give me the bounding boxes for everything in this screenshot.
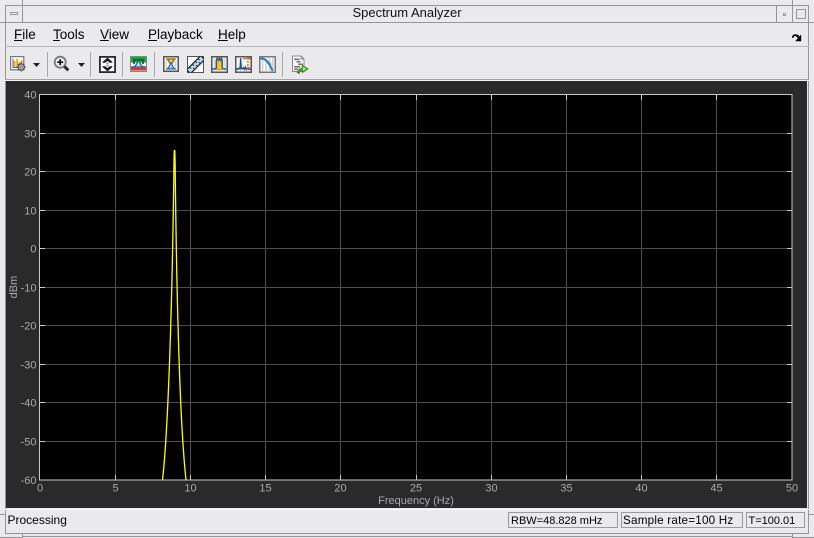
svg-text:15: 15 <box>259 483 271 495</box>
svg-text:Frequency (Hz): Frequency (Hz) <box>378 495 454 507</box>
svg-text:-20: -20 <box>21 321 37 333</box>
svg-text:0: 0 <box>37 483 43 495</box>
svg-text:25: 25 <box>410 483 422 495</box>
svg-text:-30: -30 <box>21 360 37 372</box>
svg-text:35: 35 <box>560 483 572 495</box>
svg-text:50: 50 <box>786 483 798 495</box>
svg-text:5: 5 <box>112 483 118 495</box>
svg-text:20: 20 <box>334 483 346 495</box>
svg-text:10: 10 <box>184 483 196 495</box>
svg-text:20: 20 <box>24 167 36 179</box>
svg-text:0: 0 <box>30 244 36 256</box>
svg-text:-50: -50 <box>21 437 37 449</box>
svg-text:dBm: dBm <box>8 276 20 299</box>
svg-text:40: 40 <box>635 483 647 495</box>
svg-text:30: 30 <box>485 483 497 495</box>
svg-text:-40: -40 <box>21 398 37 410</box>
svg-text:10: 10 <box>24 206 36 218</box>
svg-text:-10: -10 <box>21 283 37 295</box>
svg-text:40: 40 <box>24 90 36 102</box>
svg-text:-60: -60 <box>21 475 37 487</box>
svg-text:30: 30 <box>24 129 36 141</box>
svg-text:45: 45 <box>710 483 722 495</box>
